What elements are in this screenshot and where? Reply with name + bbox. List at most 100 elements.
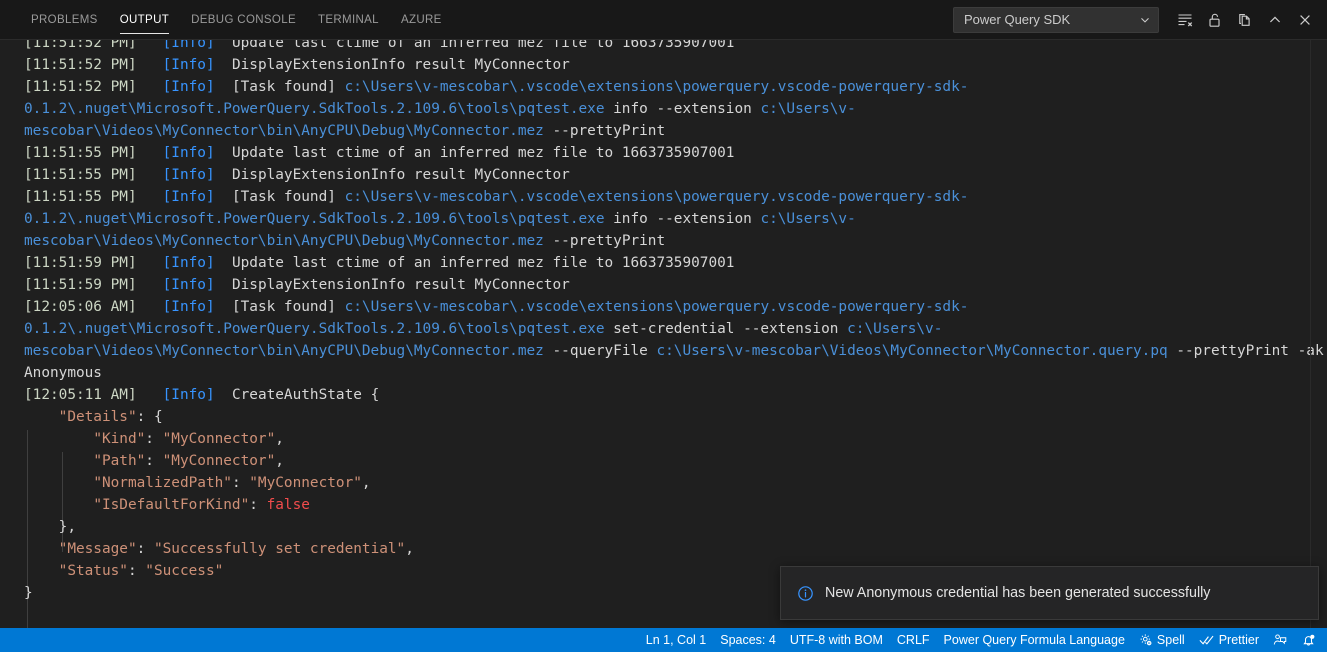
output-token-txt: DisplayExtensionInfo result MyConnector [214,57,570,73]
output-token-txt [137,299,163,315]
output-token-key: "Path" [93,453,146,469]
panel-tab-debug-console[interactable]: DEBUG CONSOLE [180,0,307,39]
status-bar-item-label: UTF-8 with BOM [789,633,883,647]
output-token-str: "Successfully set credential" [153,541,406,557]
output-line: "Path": "MyConnector", [24,450,1327,472]
status-bar: Ln 1, Col 1 Spaces: 4 UTF-8 with BOM CRLF Po… [0,628,1327,652]
output-token-info: [Info] [162,387,215,403]
spell-gear-icon [1139,633,1153,647]
output-token-punct: } [24,585,33,601]
overview-ruler-border [1310,40,1311,628]
status-bar-item-encoding[interactable]: UTF-8 with BOM [783,629,890,651]
output-token-punct [24,563,59,579]
status-bar-item-feedback[interactable] [1266,629,1294,651]
output-token-txt: info --extension [604,101,761,117]
output-token-info: [Info] [162,79,215,95]
output-token-info: [Info] [162,299,215,315]
panel-tab-problems[interactable]: PROBLEMS [20,0,109,39]
status-bar-item-prettier[interactable]: Prettier [1192,629,1266,651]
output-token-str: "Success" [145,563,224,579]
status-bar-item-spell-checker[interactable]: Spell [1132,629,1192,651]
output-token-txt: set-credential --extension [604,321,848,337]
output-line: "IsDefaultForKind": false [24,494,1327,516]
status-bar-item-indentation[interactable]: Spaces: 4 [713,629,783,651]
output-token-txt [137,255,163,271]
clear-output-icon[interactable] [1171,6,1199,34]
output-line: [11:51:59 PM] [Info] DisplayExtensionInf… [24,274,1327,296]
output-line: [11:51:55 PM] [Info] DisplayExtensionInf… [24,164,1327,186]
panel-tab-bar: PROBLEMS OUTPUT DEBUG CONSOLE TERMINAL AZURE… [0,0,1327,40]
output-token-info: [Info] [162,57,215,73]
status-bar-item-label: CRLF [896,633,930,647]
output-token-key: "Status" [58,563,128,579]
status-bar-item-label: Prettier [1218,633,1259,647]
status-bar-item-language-mode[interactable]: Power Query Formula Language [937,629,1132,651]
panel-tab-terminal[interactable]: TERMINAL [307,0,390,39]
output-token-txt: CreateAuthState { [214,387,380,403]
status-bar-item-cursor-position[interactable]: Ln 1, Col 1 [639,629,713,651]
output-token-txt [137,79,163,95]
output-token-info: [Info] [162,189,215,205]
output-log-text: [11:51:52 PM] [Info] Update last ctime o… [0,40,1327,604]
output-token-str: "MyConnector" [249,475,362,491]
output-token-punct: : [145,431,163,447]
info-circle-icon [797,585,814,602]
output-token-ts: [12:05:11 AM] [24,387,137,403]
output-channel-dropdown[interactable]: Power Query SDK [953,6,1159,33]
output-token-txt: [Task found] [214,79,345,95]
output-token-key: "IsDefaultForKind" [93,497,250,513]
output-line: [11:51:52 PM] [Info] Update last ctime o… [24,40,1327,54]
output-token-punct: : [136,541,154,557]
panel-tab-azure[interactable]: AZURE [390,0,453,39]
output-token-txt: Update last ctime of an inferred mez fil… [214,255,735,271]
output-token-key: "Kind" [93,431,146,447]
output-token-txt: --prettyPrint [543,123,666,139]
output-token-ts: [11:51:52 PM] [24,79,137,95]
output-token-punct [24,409,59,425]
unlock-scroll-icon[interactable] [1201,6,1229,34]
feedback-icon [1273,633,1287,647]
output-line: "Kind": "MyConnector", [24,428,1327,450]
status-bar-item-eol[interactable]: CRLF [890,629,937,651]
output-token-ts: [11:51:52 PM] [24,57,137,73]
output-token-punct: : [249,497,267,513]
output-token-txt: Update last ctime of an inferred mez fil… [214,40,735,51]
chevron-down-icon [1138,13,1152,27]
output-line: [12:05:11 AM] [Info] CreateAuthState { [24,384,1327,406]
panel-tabs: PROBLEMS OUTPUT DEBUG CONSOLE TERMINAL AZURE [0,0,453,39]
output-token-txt: DisplayExtensionInfo result MyConnector [214,277,570,293]
output-token-txt [137,57,163,73]
output-token-punct [24,541,59,557]
status-bar-item-label: Ln 1, Col 1 [645,633,707,647]
output-token-punct: : [231,475,250,491]
output-token-punct [24,497,93,513]
output-line: "Details": { [24,406,1327,428]
output-token-txt: Update last ctime of an inferred mez fil… [214,145,735,161]
output-token-str: "MyConnector" [162,431,276,447]
panel-actions: Power Query SDK [953,0,1327,39]
close-panel-icon[interactable] [1291,6,1319,34]
vscode-panel-window: PROBLEMS OUTPUT DEBUG CONSOLE TERMINAL AZURE… [0,0,1327,652]
output-token-punct: : { [136,409,163,425]
output-token-txt: DisplayExtensionInfo result MyConnector [214,167,570,183]
output-token-bool: false [266,497,310,513]
status-bar-item-label: Spell [1156,633,1185,647]
open-in-editor-icon[interactable] [1231,6,1259,34]
output-token-punct: }, [24,519,76,535]
output-token-txt [137,387,163,403]
panel-tab-output[interactable]: OUTPUT [109,0,180,39]
output-view[interactable]: [11:51:52 PM] [Info] Update last ctime o… [0,40,1327,628]
status-bar-item-notifications[interactable] [1294,629,1323,651]
output-line: [11:51:59 PM] [Info] Update last ctime o… [24,252,1327,274]
status-bar-item-label: Power Query Formula Language [943,633,1125,647]
notification-toast[interactable]: New Anonymous credential has been genera… [780,566,1319,620]
output-line: [11:51:55 PM] [Info] Update last ctime o… [24,142,1327,164]
output-token-punct [24,453,93,469]
output-token-ts: [11:51:55 PM] [24,189,137,205]
collapse-panel-icon[interactable] [1261,6,1289,34]
output-token-txt [137,277,163,293]
output-token-punct: : [127,563,146,579]
output-token-info: [Info] [162,145,215,161]
output-token-txt: info --extension [604,211,761,227]
output-token-txt: [Task found] [214,299,345,315]
